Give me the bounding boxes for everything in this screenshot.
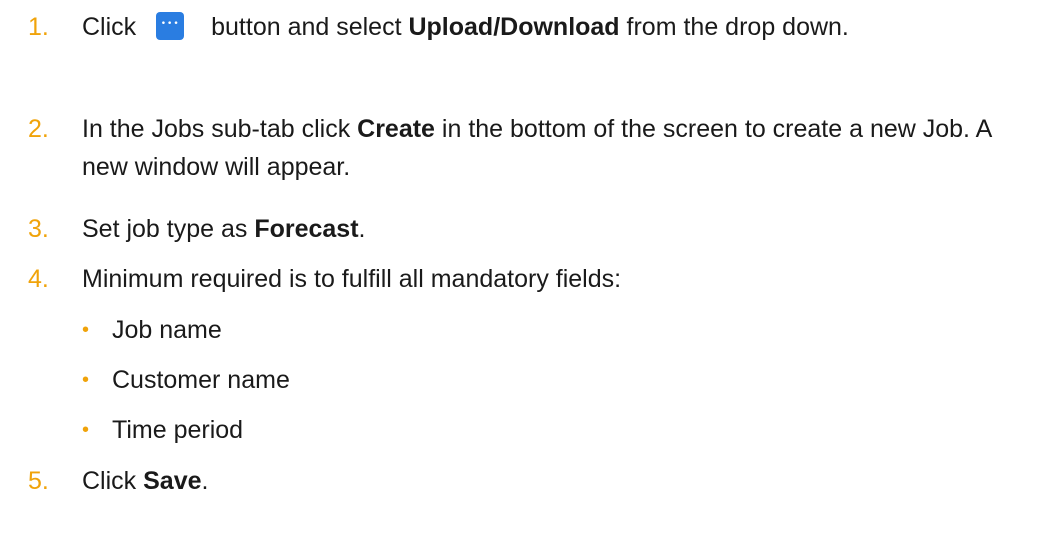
list-item: • Job name (82, 311, 222, 349)
list-item: • Time period (82, 411, 243, 449)
step-5: 5. Click Save. (28, 462, 1038, 500)
step-2: 2. In the Jobs sub-tab click Create in t… (28, 110, 1038, 186)
step-4: 4. Minimum required is to fulfill all ma… (28, 260, 1038, 298)
step-number: 1. (28, 13, 49, 41)
step-keyword: Forecast (254, 215, 359, 243)
step-keyword: Save (143, 467, 202, 495)
step-number: 2. (28, 115, 49, 143)
step-text: from the drop down. (619, 13, 849, 41)
step-1: 1. Click ••• button and select Upload/Dow… (28, 8, 1038, 46)
bullet-icon: • (82, 319, 90, 341)
more-options-button[interactable]: ••• (156, 12, 185, 41)
field-name: Job name (112, 316, 222, 344)
step-text: Click (82, 13, 137, 41)
step-text: Minimum required is to fulfill all manda… (82, 265, 622, 293)
bullet-icon: • (82, 369, 90, 391)
step-text: button and select (204, 13, 409, 41)
step-3: 3. Set job type as Forecast. (28, 210, 1038, 248)
step-keyword: Create (357, 115, 435, 143)
step-text: . (358, 215, 366, 243)
step-keyword: Upload/Download (408, 13, 620, 41)
bullet-icon: • (82, 419, 90, 441)
field-name: Time period (112, 416, 244, 444)
step-number: 4. (28, 265, 49, 293)
step-text: Click (82, 467, 144, 495)
step-number: 3. (28, 215, 49, 243)
instructions-document: 1. Click ••• button and select Upload/Dow… (0, 0, 1050, 552)
list-item: • Customer name (82, 361, 290, 399)
field-name: Customer name (112, 366, 290, 394)
more-options-icon: ••• (160, 19, 180, 30)
step-text: In the Jobs sub-tab click (82, 115, 358, 143)
step-text: Set job type as (82, 215, 255, 243)
step-number: 5. (28, 467, 49, 495)
step-text: . (201, 467, 209, 495)
